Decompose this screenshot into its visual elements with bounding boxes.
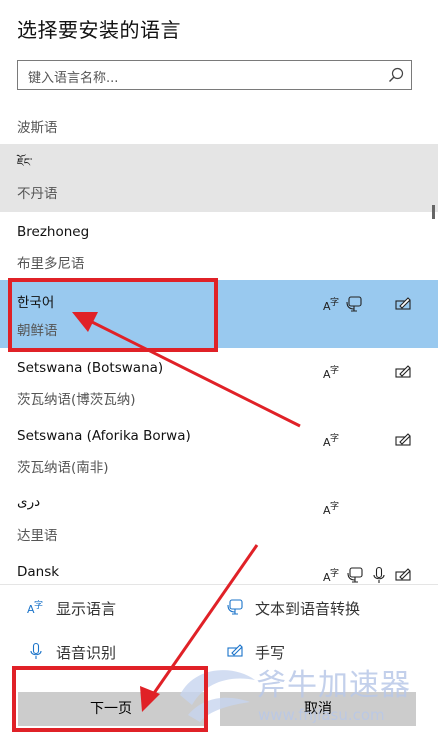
annotation-arrows [72,312,301,712]
